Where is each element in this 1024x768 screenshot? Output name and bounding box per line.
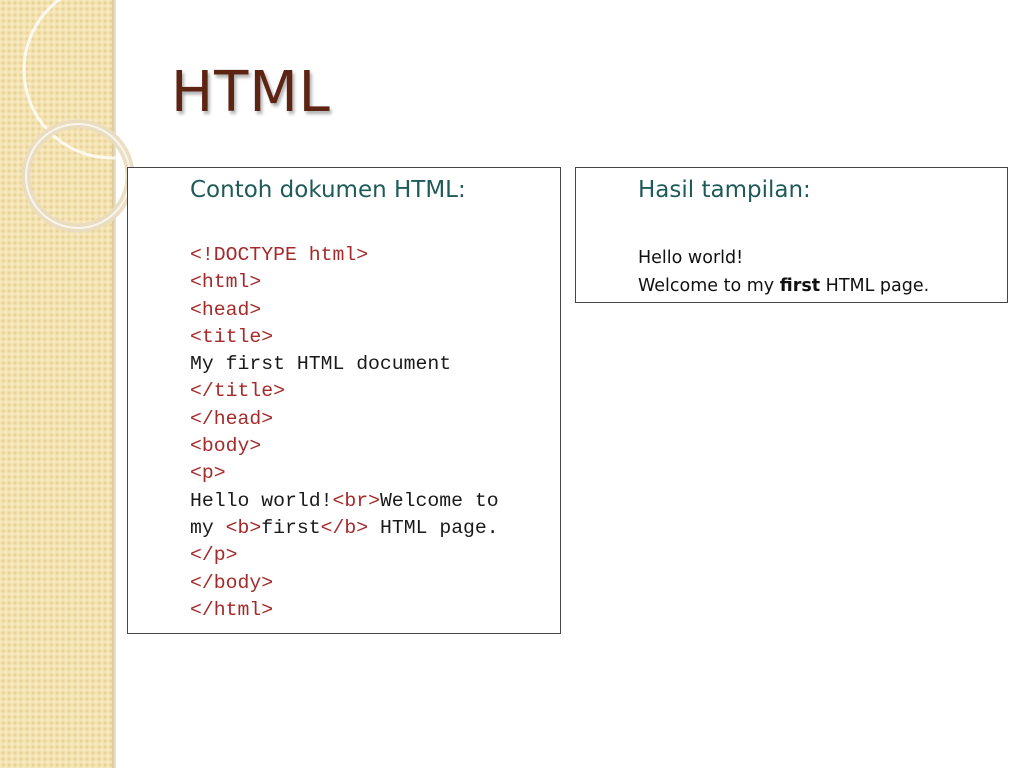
html-code-block: <!DOCTYPE html> <html> <head> <title> My fir… <box>190 242 499 624</box>
code-text: my <box>190 516 226 539</box>
code-line: <head> <box>190 297 499 324</box>
output-line-2: Welcome to my first HTML page. <box>638 272 929 300</box>
rendered-output: Hello world! Welcome to my first HTML pa… <box>638 244 929 300</box>
output-text: Welcome to my <box>638 276 780 296</box>
code-text: My first HTML document <box>190 353 452 376</box>
code-line: <body> <box>190 433 499 460</box>
code-line: <!DOCTYPE html> <box>190 242 499 269</box>
code-line: </head> <box>190 406 499 433</box>
code-text: Hello world! <box>190 489 333 512</box>
code-line: </title> <box>190 378 499 405</box>
code-line: Hello world!<br>Welcome to <box>190 488 499 515</box>
code-tag: </b> <box>320 516 369 539</box>
code-line: </p> <box>190 542 499 569</box>
code-line: <html> <box>190 269 499 296</box>
code-tag: <html> <box>190 271 262 294</box>
output-line-1: Hello world! <box>638 248 744 268</box>
code-tag: </body> <box>190 571 274 594</box>
result-panel-heading: Hasil tampilan: <box>638 177 811 203</box>
code-line: My first HTML document <box>190 351 499 378</box>
code-text: first <box>261 516 321 539</box>
code-text: HTML page. <box>368 516 499 539</box>
code-tag: <body> <box>190 435 262 458</box>
code-text: Welcome to <box>379 489 499 512</box>
code-panel-heading: Contoh dokumen HTML: <box>190 177 466 203</box>
code-line: </html> <box>190 597 499 624</box>
code-line: </body> <box>190 570 499 597</box>
code-tag: <head> <box>190 298 262 321</box>
code-line: my <b>first</b> HTML page. <box>190 515 499 542</box>
result-panel: Hasil tampilan: Hello world! Welcome to … <box>575 167 1008 303</box>
code-tag: <br> <box>332 489 380 512</box>
code-tag: </p> <box>190 544 238 567</box>
code-example-panel: Contoh dokumen HTML: <!DOCTYPE html> <htm… <box>127 167 561 634</box>
code-tag: <!DOCTYPE html> <box>190 244 369 266</box>
code-line: <title> <box>190 324 499 351</box>
code-tag: </title> <box>190 380 285 403</box>
code-tag: <p> <box>190 462 226 485</box>
slide-title: HTML <box>171 60 331 125</box>
code-tag: <b> <box>225 516 262 539</box>
code-tag: </html> <box>190 598 274 621</box>
output-bold-text: first <box>779 276 821 296</box>
code-tag: <title> <box>190 325 274 348</box>
output-text: HTML page. <box>820 276 930 296</box>
code-tag: </head> <box>190 407 274 430</box>
code-line: <p> <box>190 460 499 487</box>
